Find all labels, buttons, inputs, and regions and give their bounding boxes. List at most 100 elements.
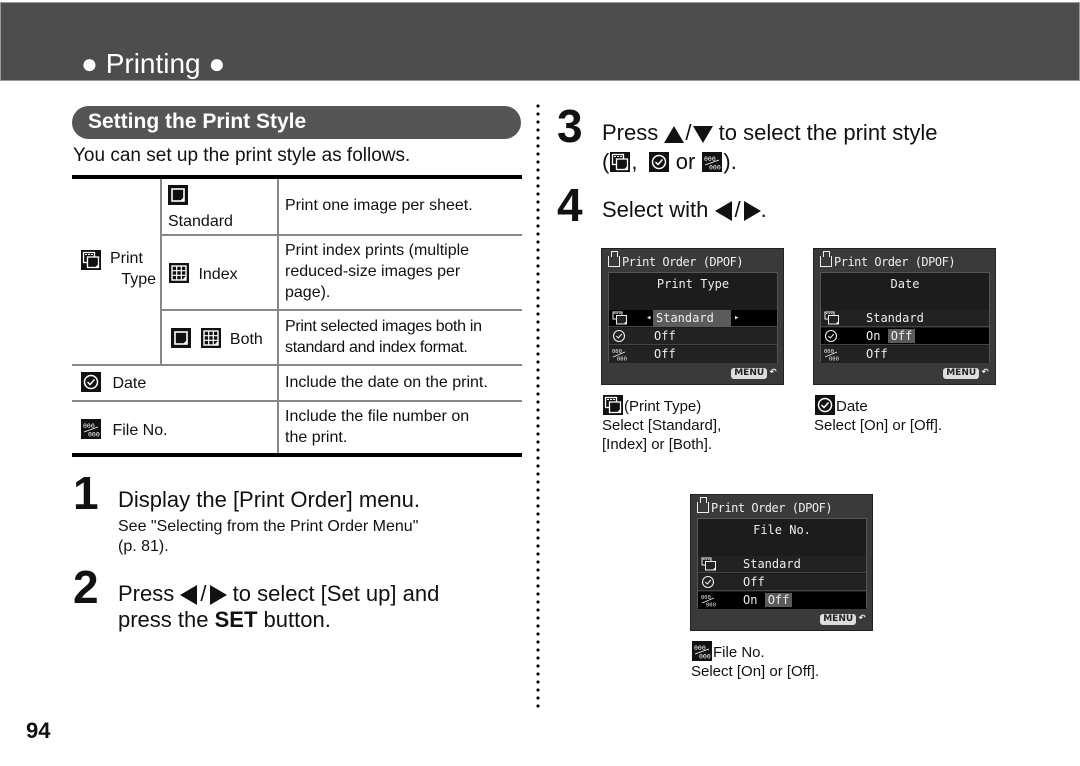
row-value-off-selected: Off [887, 329, 916, 343]
file-no-icon [701, 152, 723, 172]
step-number: 1 [73, 467, 99, 519]
step-text-part: to select [Set up] and [232, 581, 440, 606]
print-type-icon [701, 557, 717, 571]
separator: / [734, 197, 741, 222]
separator: / [200, 581, 207, 606]
row-value-off-selected: Off [764, 593, 793, 607]
print-type-icon [612, 311, 628, 325]
separator: / [685, 120, 692, 145]
menu-return-hint: MENU ↶ [943, 365, 989, 379]
right-arrow-icon [209, 585, 227, 606]
return-icon: ↶ [858, 610, 866, 625]
caption-line: [Index] or [Both]. [602, 436, 713, 453]
screen-caption-print-type: (Print Type) Select [Standard], [Index] … [602, 395, 721, 454]
set-button-label: SET [214, 607, 258, 632]
description-line: reduced-size images per [285, 263, 461, 280]
step-2-text: Press / to select [Set up] and press the… [118, 581, 439, 633]
left-arrow-icon: ◂ [646, 313, 652, 323]
step-number: 4 [557, 179, 583, 231]
step-1-note: See "Selecting from the Print Order Menu… [118, 517, 418, 557]
screen-row: Off [821, 346, 989, 363]
standard-icon [170, 328, 192, 348]
option-label: Index [198, 266, 238, 283]
row-value: Standard [866, 311, 924, 325]
screen-row: On Off [821, 328, 989, 345]
page-number: 94 [26, 718, 51, 743]
print-icon [820, 251, 832, 267]
step-3-text: Press / to select the print style (, or … [602, 120, 938, 175]
down-arrow-icon [692, 125, 713, 143]
right-arrow-icon [743, 201, 761, 222]
comma: , [631, 149, 638, 174]
row-divider [72, 400, 522, 402]
table-bottom-rule [72, 453, 522, 457]
print-type-icon [609, 152, 631, 172]
caption-line: Select [Standard], [602, 417, 722, 434]
note-line: (p. 81). [118, 538, 169, 555]
screen-title-text: Print Order (DPOF) [834, 255, 956, 269]
print-icon [608, 251, 620, 267]
print-type-icon [602, 395, 624, 415]
left-arrow-icon [180, 585, 198, 606]
column-divider [536, 102, 540, 708]
table-row-fileno-option: File No. [80, 419, 168, 441]
screen-row: Off [609, 346, 777, 363]
screen-row: Standard [698, 556, 866, 573]
screen-panel: Date Standard On Off Off [820, 272, 990, 363]
up-arrow-icon [664, 125, 685, 143]
table-row-index-option: Index [168, 263, 238, 285]
menu-button-label: MENU [820, 614, 857, 625]
date-icon [612, 329, 628, 343]
caption-line: Select [On] or [Off]. [814, 417, 943, 434]
screen-title: Print Order (DPOF) [820, 251, 956, 270]
index-icon [168, 263, 190, 283]
row-value: Standard [743, 557, 801, 571]
menu-return-hint: MENU ↶ [820, 610, 866, 625]
step-text-part: Press [602, 120, 659, 145]
table-row-standard-option: Standard [168, 185, 233, 232]
screen-title: Print Order (DPOF) [608, 251, 744, 270]
screen-title-text: Print Order (DPOF) [711, 501, 833, 515]
row-value-on: On [866, 329, 881, 343]
print-type-group-label: Print Type [80, 248, 158, 290]
description-line: the print. [285, 429, 348, 446]
row-value: Standard [653, 310, 731, 327]
step-text-part: button. [263, 607, 331, 632]
screen-row: ◂ Standard ▸ [609, 310, 777, 327]
index-icon [200, 328, 222, 348]
row-value: Off [654, 329, 676, 343]
caption-title: File No. [713, 644, 765, 661]
caption-line: Select [On] or [Off]. [691, 663, 820, 680]
description-line: Print index prints (multiple [285, 242, 470, 259]
screen-title: Print Order (DPOF) [697, 497, 833, 516]
screen-row: Off [609, 328, 777, 345]
date-icon [824, 329, 840, 343]
caption-title: Date [836, 398, 868, 415]
date-icon [814, 395, 836, 415]
row-divider [160, 309, 522, 311]
file-no-icon [612, 347, 628, 361]
section-heading: Setting the Print Style [72, 106, 521, 139]
print-type-icon [824, 311, 840, 325]
camera-screen-print-type: Print Order (DPOF) Print Type ◂ Standard… [601, 248, 784, 385]
menu-button-label: MENU [943, 368, 980, 379]
camera-screen-date: Print Order (DPOF) Date Standard On Off … [813, 248, 996, 385]
right-arrow-icon: ▸ [734, 313, 740, 323]
table-top-rule [72, 175, 522, 179]
date-icon [701, 575, 717, 589]
row-value: Off [654, 347, 676, 361]
screen-row: Off [698, 574, 866, 591]
row-value: Off [866, 347, 888, 361]
option-label: Date [112, 375, 147, 392]
screen-panel: Print Type ◂ Standard ▸ Off Off [608, 272, 778, 363]
standard-icon [168, 185, 188, 205]
col-divider [160, 179, 162, 365]
description-line: page). [285, 284, 331, 301]
table-row-both-description: Print selected images both in standard a… [285, 316, 482, 358]
step-4-text: Select with /. [602, 197, 767, 223]
screen-caption-date: Date Select [On] or [Off]. [814, 395, 942, 435]
step-text-part: press the [118, 607, 209, 632]
camera-screen-file-no: Print Order (DPOF) File No. Standard Off… [690, 494, 873, 631]
step-number: 2 [73, 561, 99, 613]
file-no-icon [701, 593, 717, 607]
